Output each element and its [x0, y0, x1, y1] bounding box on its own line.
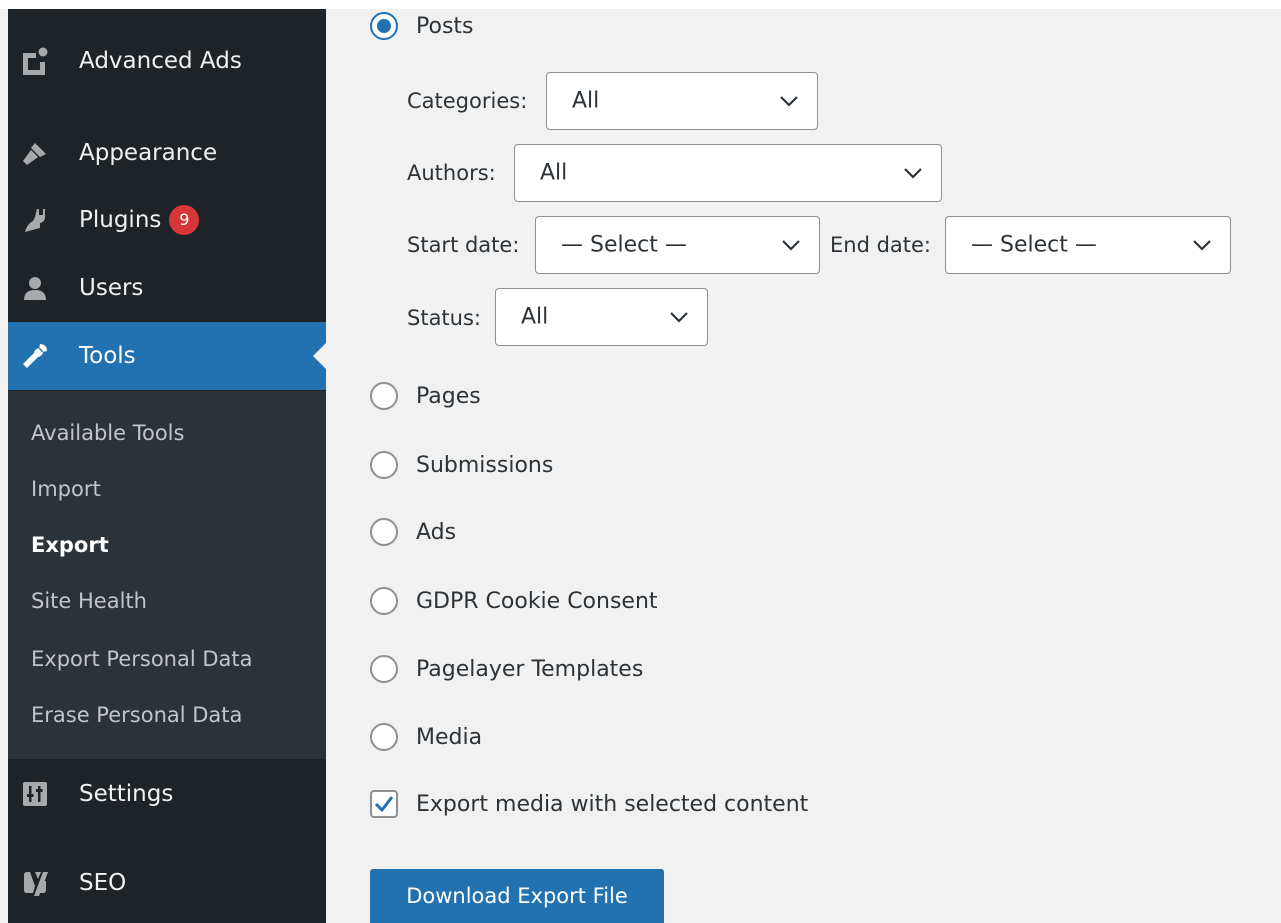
sidebar-item-label: Tools — [79, 343, 136, 369]
submenu-item-export[interactable]: Export — [31, 533, 109, 557]
start-date-label: Start date: — [407, 233, 520, 257]
select-value: — Select — — [971, 232, 1097, 258]
sidebar-item-label: Advanced Ads — [79, 48, 242, 74]
status-select[interactable]: All — [495, 288, 708, 346]
authors-select[interactable]: All — [514, 144, 942, 202]
sidebar-item-seo[interactable]: SEO — [8, 849, 326, 917]
plugin-icon — [21, 206, 49, 234]
sidebar-item-label: Appearance — [79, 140, 218, 166]
submenu-item-erase-personal-data[interactable]: Erase Personal Data — [31, 703, 242, 727]
submenu-item-site-health[interactable]: Site Health — [31, 589, 147, 613]
media-radio[interactable] — [370, 723, 398, 751]
radio-label: Pagelayer Templates — [416, 656, 644, 682]
radio-row-ads[interactable]: Ads — [370, 515, 456, 549]
chevron-down-icon — [782, 240, 800, 251]
chevron-down-icon — [904, 168, 922, 179]
sidebar-item-users[interactable]: Users — [8, 254, 326, 322]
download-export-file-button[interactable]: Download Export File — [370, 869, 664, 923]
pages-radio[interactable] — [370, 382, 398, 410]
chevron-down-icon — [670, 312, 688, 323]
radio-row-media[interactable]: Media — [370, 720, 482, 754]
ads-radio[interactable] — [370, 518, 398, 546]
export-media-checkbox-row[interactable]: Export media with selected content — [370, 787, 808, 821]
select-value: — Select — — [561, 232, 687, 258]
checkbox-label: Export media with selected content — [416, 791, 809, 817]
export-content: Posts Categories: All Authors: All Start… — [326, 9, 1281, 923]
authors-label: Authors: — [407, 161, 496, 185]
submenu-item-export-personal-data[interactable]: Export Personal Data — [31, 647, 253, 671]
sidebar-item-appearance[interactable]: Appearance — [8, 119, 326, 187]
status-label: Status: — [407, 306, 481, 330]
radio-row-pages[interactable]: Pages — [370, 379, 481, 413]
radio-label: Media — [416, 724, 483, 750]
chevron-down-icon — [780, 96, 798, 107]
posts-radio[interactable] — [370, 12, 398, 40]
user-icon — [21, 274, 49, 302]
sidebar-item-label: Plugins — [79, 207, 162, 233]
sidebar-item-label: SEO — [79, 870, 127, 896]
chevron-down-icon — [1193, 240, 1211, 251]
radio-label: Posts — [416, 13, 474, 39]
radio-label: Ads — [416, 519, 457, 545]
top-strip — [0, 0, 1281, 9]
categories-select[interactable]: All — [546, 72, 818, 130]
sidebar-item-tools[interactable]: Tools — [8, 322, 326, 390]
paintbrush-icon — [21, 139, 49, 167]
select-value: All — [521, 304, 549, 330]
end-date-select[interactable]: — Select — — [945, 216, 1231, 274]
radio-row-gdpr-cookie-consent[interactable]: GDPR Cookie Consent — [370, 584, 658, 618]
advanced-ads-icon — [21, 47, 49, 75]
wrench-icon — [21, 342, 49, 370]
submissions-radio[interactable] — [370, 451, 398, 479]
radio-row-posts[interactable]: Posts — [370, 9, 474, 43]
sidebar-item-plugins[interactable]: Plugins 9 — [8, 186, 326, 254]
select-value: All — [572, 88, 600, 114]
tools-submenu: Available Tools Import Export Site Healt… — [8, 391, 326, 759]
radio-row-pagelayer-templates[interactable]: Pagelayer Templates — [370, 652, 643, 686]
export-media-checkbox[interactable] — [370, 790, 398, 818]
sidebar-item-label: Users — [79, 275, 144, 301]
yoast-icon — [21, 869, 49, 897]
pagelayer-templates-radio[interactable] — [370, 655, 398, 683]
settings-sliders-icon — [21, 780, 49, 808]
radio-row-submissions[interactable]: Submissions — [370, 448, 553, 482]
radio-label: Submissions — [416, 452, 554, 478]
categories-label: Categories: — [407, 89, 528, 113]
checkmark-icon — [374, 796, 394, 813]
sidebar-item-advanced-ads[interactable]: Advanced Ads — [8, 27, 326, 95]
submenu-item-import[interactable]: Import — [31, 477, 101, 501]
radio-label: GDPR Cookie Consent — [416, 588, 658, 614]
submenu-item-available-tools[interactable]: Available Tools — [31, 421, 184, 445]
select-value: All — [540, 160, 568, 186]
sidebar-item-settings[interactable]: Settings — [8, 760, 326, 828]
gdpr-cookie-consent-radio[interactable] — [370, 587, 398, 615]
sidebar-item-label: Settings — [79, 781, 174, 807]
admin-sidebar: Advanced Ads Appearance Plugins 9 Users — [8, 9, 326, 923]
plugin-update-count-badge: 9 — [169, 205, 200, 235]
start-date-select[interactable]: — Select — — [535, 216, 820, 274]
end-date-label: End date: — [830, 233, 932, 257]
radio-label: Pages — [416, 383, 481, 409]
